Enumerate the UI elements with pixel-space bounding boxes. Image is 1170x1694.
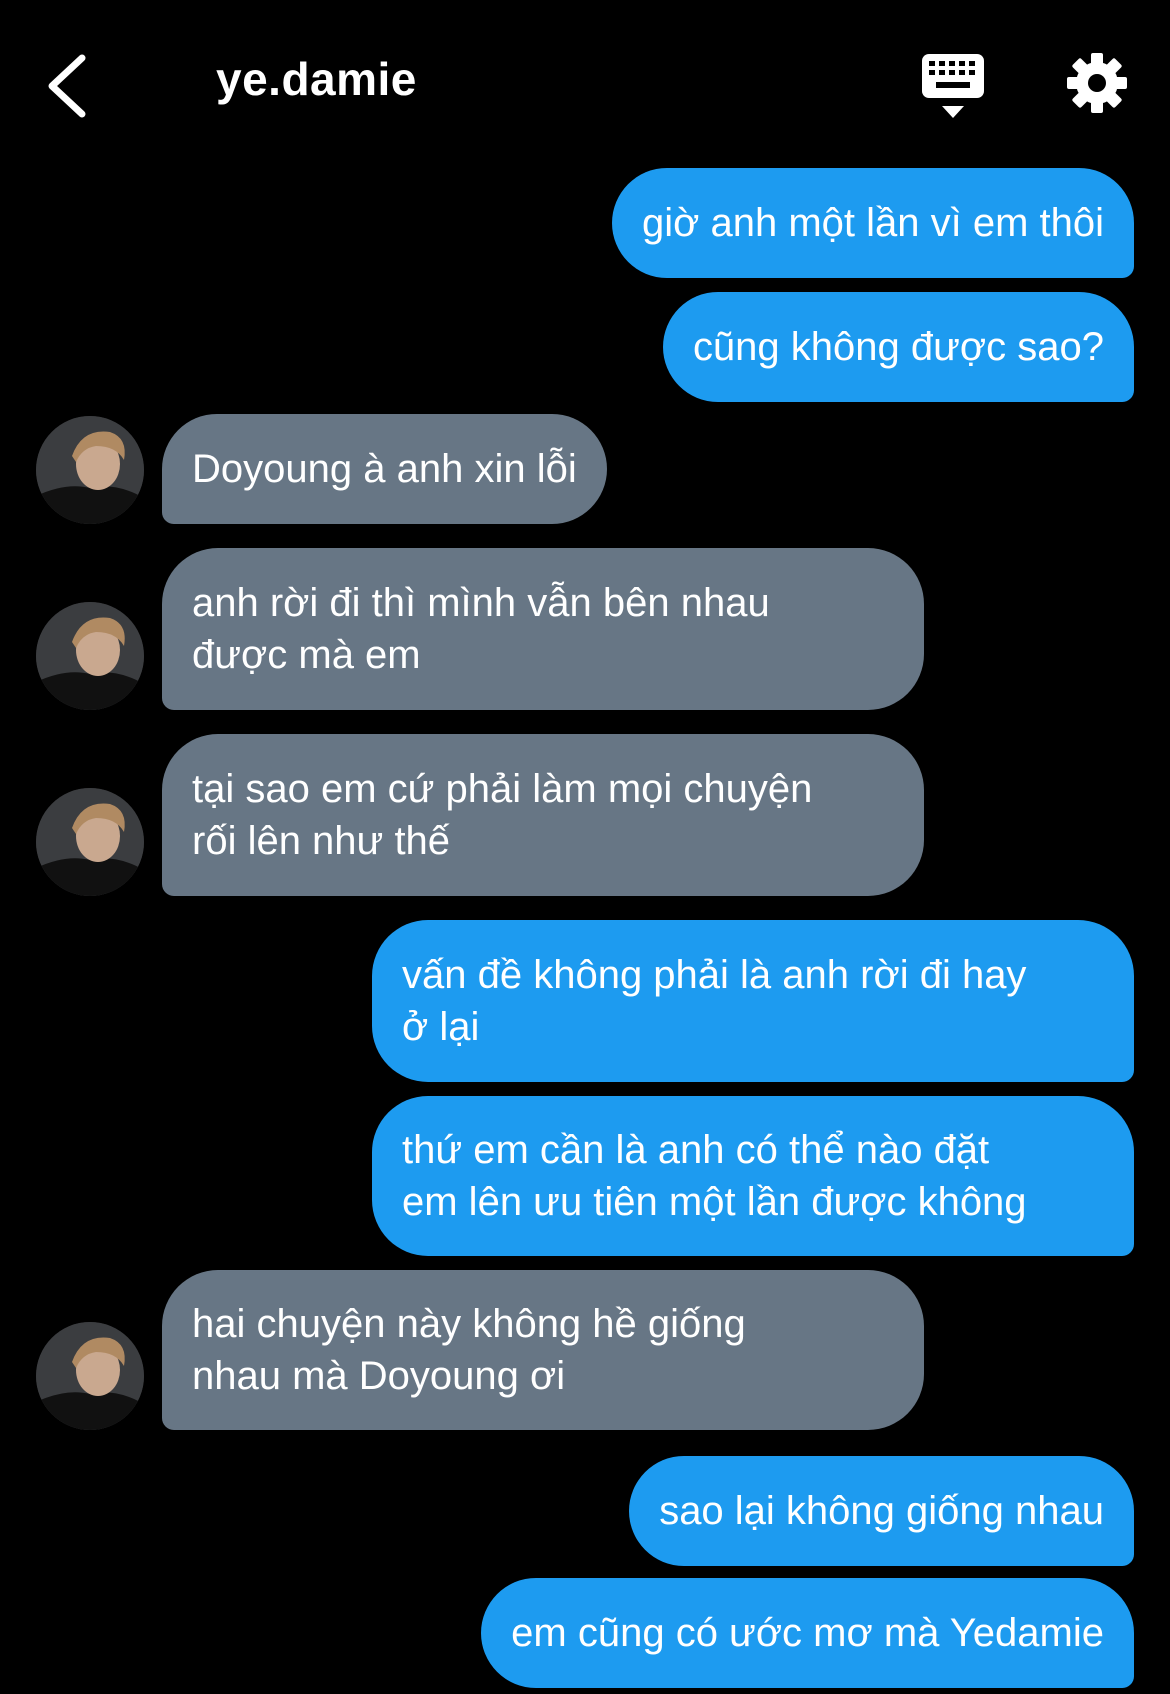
avatar[interactable] bbox=[36, 788, 144, 896]
avatar-image bbox=[36, 788, 144, 896]
message-bubble-sent[interactable]: thứ em cần là anh có thể nào đặt em lên … bbox=[372, 1096, 1134, 1256]
back-button[interactable] bbox=[38, 46, 98, 126]
gear-icon bbox=[1067, 53, 1127, 113]
message-bubble-received[interactable]: tại sao em cứ phải làm mọi chuyện rối lê… bbox=[162, 734, 924, 896]
chevron-left-icon bbox=[48, 54, 86, 118]
avatar-image bbox=[36, 602, 144, 710]
avatar-image bbox=[36, 416, 144, 524]
settings-button[interactable] bbox=[1066, 52, 1128, 114]
keyboard-button[interactable] bbox=[920, 50, 990, 122]
message-bubble-sent[interactable]: cũng không được sao? bbox=[662, 292, 1134, 402]
message-bubble-sent[interactable]: giờ anh một lần vì em thôi bbox=[611, 168, 1134, 278]
avatar[interactable] bbox=[36, 1322, 144, 1430]
message-bubble-received[interactable]: hai chuyện này không hề giống nhau mà Do… bbox=[162, 1270, 924, 1430]
message-bubble-received[interactable]: Doyoung à anh xin lỗi bbox=[162, 414, 607, 524]
keyboard-icon bbox=[922, 54, 984, 118]
message-bubble-received[interactable]: anh rời đi thì mình vẫn bên nhau được mà… bbox=[162, 548, 924, 710]
avatar[interactable] bbox=[36, 602, 144, 710]
message-bubble-sent[interactable]: em cũng có ước mơ mà Yedamie bbox=[481, 1578, 1134, 1688]
chat-header: ye.damie bbox=[0, 0, 1170, 160]
avatar[interactable] bbox=[36, 416, 144, 524]
message-bubble-sent[interactable]: vấn đề không phải là anh rời đi hay ở lạ… bbox=[372, 920, 1134, 1082]
message-bubble-sent[interactable]: sao lại không giống nhau bbox=[629, 1456, 1134, 1566]
chat-title[interactable]: ye.damie bbox=[216, 52, 417, 106]
avatar-image bbox=[36, 1322, 144, 1430]
